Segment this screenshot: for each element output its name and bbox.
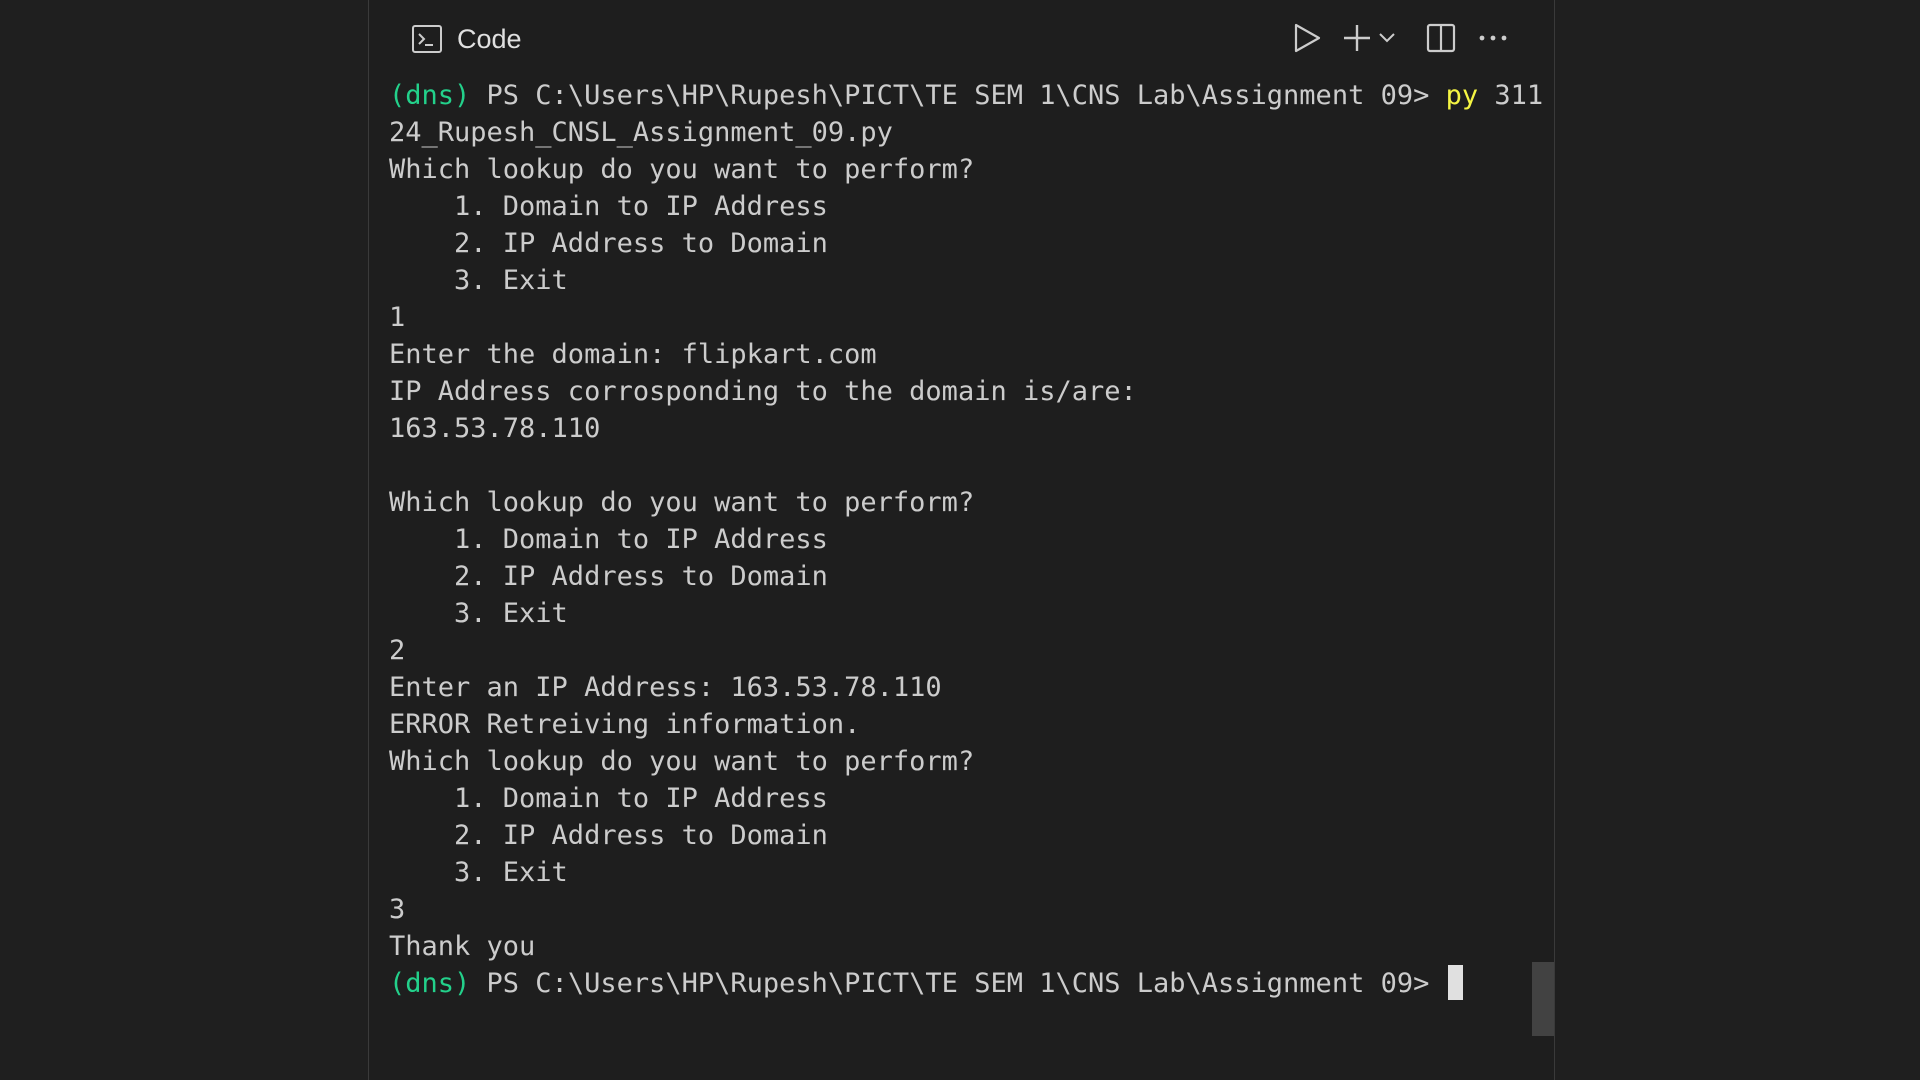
split-editor-icon[interactable] [1426, 20, 1456, 56]
output-line: 2. IP Address to Domain [389, 820, 828, 851]
env-label: (dns) [389, 80, 471, 111]
terminal-panel: Code (dns) PS C:\Users\HP\Rupesh\PICT\TE… [368, 0, 1555, 1080]
output-line: Which lookup do you want to perform? [389, 746, 975, 777]
output-line: ERROR Retreiving information. [389, 709, 861, 740]
plus-icon[interactable] [1342, 20, 1372, 56]
command-keyword: py [1445, 80, 1479, 111]
terminal-output[interactable]: (dns) PS C:\Users\HP\Rupesh\PICT\TE SEM … [389, 77, 1543, 1002]
command-line: (dns) PS C:\Users\HP\Rupesh\PICT\TE SEM … [389, 77, 1543, 114]
output-line: IP Address corrosponding to the domain i… [389, 376, 1137, 407]
terminal-actions [1292, 20, 1508, 56]
command-line-wrap: 24_Rupesh_CNSL_Assignment_09.py [389, 117, 893, 148]
output-line: Enter the domain: flipkart.com [389, 339, 877, 370]
prompt-path: PS C:\Users\HP\Rupesh\PICT\TE SEM 1\CNS … [470, 968, 1446, 999]
output-line: 3 [389, 894, 406, 925]
output-line: 1 [389, 302, 406, 333]
command-args: 311 [1478, 80, 1544, 111]
chevron-down-icon[interactable] [1378, 20, 1396, 56]
output-line: 2. IP Address to Domain [389, 561, 828, 592]
output-line: 2. IP Address to Domain [389, 228, 828, 259]
output-line: 1. Domain to IP Address [389, 191, 828, 222]
output-line: 2 [389, 635, 406, 666]
screen: Code (dns) PS C:\Users\HP\Rupesh\PICT\TE… [0, 0, 1920, 1080]
terminal-icon [411, 23, 443, 55]
output-line: Thank you [389, 931, 536, 962]
output-line: 163.53.78.110 [389, 413, 601, 444]
output-line: Which lookup do you want to perform? [389, 487, 975, 518]
scrollbar[interactable] [1532, 962, 1554, 1036]
output-line: Enter an IP Address: 163.53.78.110 [389, 672, 942, 703]
output-line: 3. Exit [389, 265, 568, 296]
output-line: 3. Exit [389, 857, 568, 888]
env-label: (dns) [389, 968, 471, 999]
output-line: 1. Domain to IP Address [389, 783, 828, 814]
prompt-line[interactable]: (dns) PS C:\Users\HP\Rupesh\PICT\TE SEM … [389, 965, 1529, 1002]
output-line: 1. Domain to IP Address [389, 524, 828, 555]
output-line: Which lookup do you want to perform? [389, 154, 975, 185]
text-cursor [1447, 965, 1463, 1000]
terminal-header: Code [369, 0, 1554, 76]
more-icon[interactable] [1478, 20, 1508, 56]
terminal-title: Code [457, 24, 522, 54]
output-line: 3. Exit [389, 598, 568, 629]
prompt-path: PS C:\Users\HP\Rupesh\PICT\TE SEM 1\CNS … [470, 80, 1446, 111]
play-icon[interactable] [1292, 20, 1322, 56]
